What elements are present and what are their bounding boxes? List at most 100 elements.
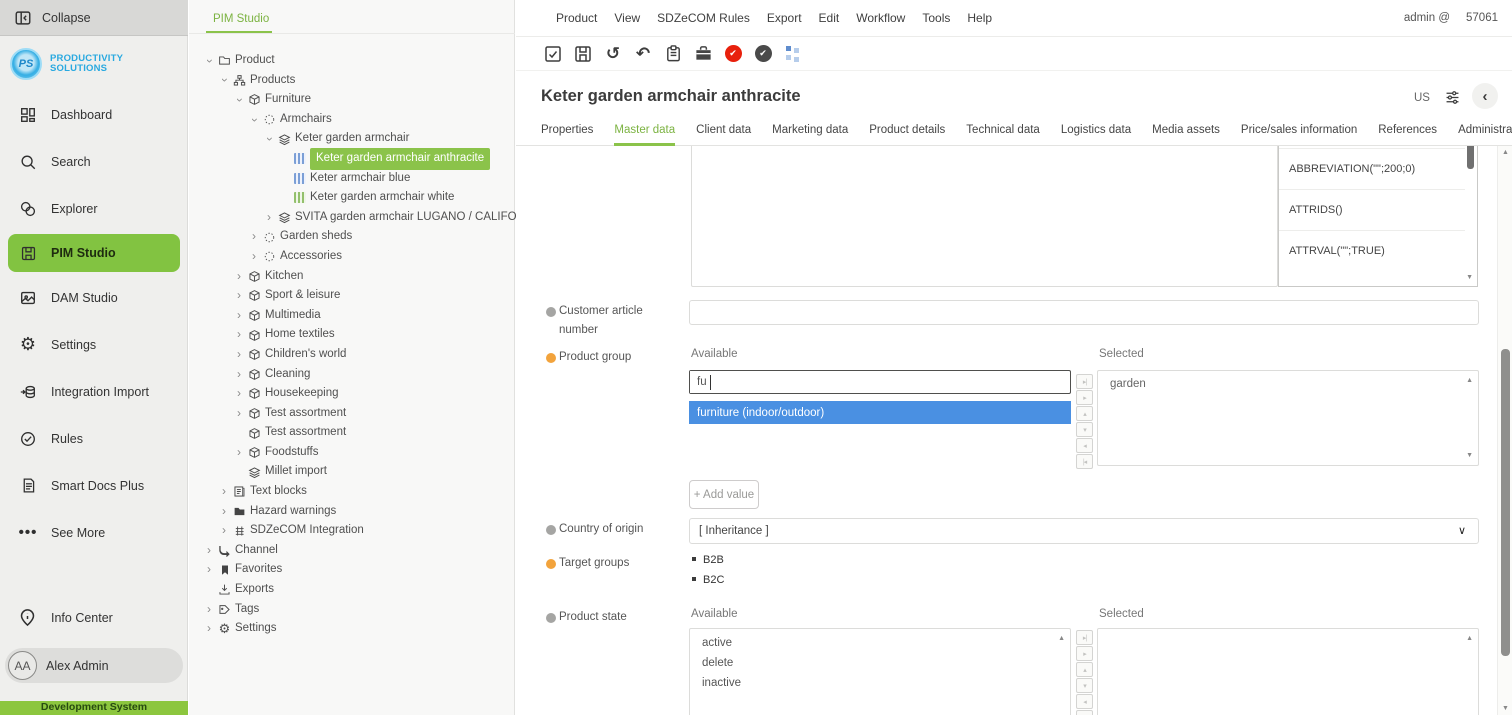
menu-view[interactable]: View — [614, 11, 640, 25]
move-up-icon[interactable]: ▴ — [1076, 406, 1093, 421]
state-option-inactive[interactable]: inactive — [690, 673, 1070, 693]
save-check-icon[interactable] — [542, 43, 564, 65]
approved-dark-icon[interactable]: ✔ — [752, 43, 774, 65]
user-menu[interactable]: AA Alex Admin — [5, 648, 183, 683]
tree-node-hazard-warnings[interactable]: ›Hazard warnings — [189, 502, 515, 522]
chevron-expanded-icon[interactable]: › — [217, 73, 231, 87]
tree-node-foodstuffs[interactable]: ›Foodstuffs — [189, 443, 515, 463]
filter-sliders-icon[interactable] — [1444, 89, 1461, 106]
menu-help[interactable]: Help — [967, 11, 992, 25]
collapse-right-panel-button[interactable]: ‹ — [1472, 83, 1498, 109]
sidebar-item-explorer[interactable]: Explorer — [0, 185, 188, 232]
tree-node-multimedia[interactable]: ›Multimedia — [189, 306, 515, 326]
tab-marketing-data[interactable]: Marketing data — [772, 117, 848, 146]
chevron-collapsed-icon[interactable]: › — [232, 387, 246, 401]
sidebar-item-dam-studio[interactable]: DAM Studio — [0, 274, 188, 321]
product-group-suggestion[interactable]: furniture (indoor/outdoor) — [689, 401, 1071, 424]
tab-product-details[interactable]: Product details — [869, 117, 945, 146]
sidebar-item-rules[interactable]: Rules — [0, 415, 188, 462]
scroll-down-icon[interactable]: ▼ — [1502, 705, 1509, 712]
move-right-icon[interactable]: ▸ — [1076, 390, 1093, 405]
tree-node-favorites[interactable]: ›Favorites — [189, 560, 515, 580]
country-of-origin-select[interactable]: [ Inheritance ] ∨ — [689, 518, 1479, 544]
move-right-icon[interactable]: ▸ — [1076, 646, 1093, 661]
chevron-collapsed-icon[interactable]: › — [202, 544, 216, 558]
tree-node-sdzecom-integration[interactable]: ›SDZeCOM Integration — [189, 521, 515, 541]
chevron-collapsed-icon[interactable]: › — [232, 269, 246, 283]
collapse-button[interactable]: Collapse — [0, 0, 188, 36]
move-all-right-icon[interactable]: ▸| — [1076, 374, 1093, 389]
tab-technical-data[interactable]: Technical data — [966, 117, 1040, 146]
chevron-collapsed-icon[interactable]: › — [217, 504, 231, 518]
chevron-collapsed-icon[interactable]: › — [232, 348, 246, 362]
menu-product[interactable]: Product — [556, 11, 597, 25]
menu-workflow[interactable]: Workflow — [856, 11, 905, 25]
tree-node-exports[interactable]: Exports — [189, 580, 515, 600]
locale-label[interactable]: US — [1414, 92, 1430, 104]
tree-node-products[interactable]: ›Products — [189, 71, 515, 91]
chevron-collapsed-icon[interactable]: › — [202, 622, 216, 636]
product-state-selected-list[interactable]: ▲ — [1097, 628, 1479, 715]
product-state-available-list[interactable]: activedeleteinactive ▲ — [689, 628, 1071, 715]
tab-properties[interactable]: Properties — [541, 117, 593, 146]
sidebar-item-smart-docs-plus[interactable]: Smart Docs Plus — [0, 462, 188, 509]
sidebar-item-pim-studio[interactable]: PIM Studio — [8, 234, 180, 272]
chevron-collapsed-icon[interactable]: › — [232, 406, 246, 420]
tab-media-assets[interactable]: Media assets — [1152, 117, 1220, 146]
tree-node-armchairs[interactable]: ›Armchairs — [189, 110, 515, 130]
tree-node-keter-garden-armchair-white[interactable]: Keter garden armchair white — [189, 188, 515, 208]
chevron-collapsed-icon[interactable]: › — [262, 211, 276, 225]
chevron-collapsed-icon[interactable]: › — [232, 446, 246, 460]
sidebar-item-settings[interactable]: ⚙Settings — [0, 321, 188, 368]
move-down-icon[interactable]: ▾ — [1076, 422, 1093, 437]
selected-item-garden[interactable]: garden — [1110, 378, 1466, 390]
sidebar-item-search[interactable]: Search — [0, 138, 188, 185]
chevron-collapsed-icon[interactable]: › — [232, 367, 246, 381]
product-group-selected-list[interactable]: garden ▲ ▼ — [1097, 370, 1479, 466]
tree-node-text-blocks[interactable]: ›Text blocks — [189, 482, 515, 502]
menu-tools[interactable]: Tools — [922, 11, 950, 25]
approved-red-icon[interactable]: ✔ — [722, 43, 744, 65]
state-option-active[interactable]: active — [690, 633, 1070, 653]
chevron-collapsed-icon[interactable]: › — [202, 602, 216, 616]
chevron-expanded-icon[interactable]: › — [202, 54, 216, 68]
tab-administration[interactable]: Administration — [1458, 117, 1512, 146]
tree-node-kitchen[interactable]: ›Kitchen — [189, 267, 515, 287]
chevron-collapsed-icon[interactable]: › — [232, 328, 246, 342]
list-scroll-up-icon[interactable]: ▲ — [1058, 635, 1065, 642]
sidebar-item-dashboard[interactable]: Dashboard — [0, 91, 188, 138]
dropdown-scroll-down-icon[interactable]: ▼ — [1466, 274, 1473, 281]
undo-icon[interactable]: ↶ — [632, 43, 654, 65]
save-icon[interactable] — [572, 43, 594, 65]
formula-textarea[interactable] — [691, 146, 1278, 287]
menu-edit[interactable]: Edit — [819, 11, 840, 25]
tree-node-accessories[interactable]: ›Accessories — [189, 247, 515, 267]
menu-export[interactable]: Export — [767, 11, 802, 25]
chevron-collapsed-icon[interactable]: › — [232, 289, 246, 303]
function-item[interactable]: ATTRIDS() — [1279, 189, 1465, 230]
tree-node-children-s-world[interactable]: ›Children's world — [189, 345, 515, 365]
tree-node-home-textiles[interactable]: ›Home textiles — [189, 325, 515, 345]
tab-master-data[interactable]: Master data — [614, 117, 675, 146]
move-down-icon[interactable]: ▾ — [1076, 678, 1093, 693]
list-scroll-up-icon[interactable]: ▲ — [1466, 377, 1473, 384]
dropdown-scrollbar-thumb[interactable] — [1467, 146, 1474, 169]
app-logo[interactable]: PS PRODUCTIVITYSOLUTIONS — [10, 48, 123, 80]
tree-node-millet-import[interactable]: Millet import — [189, 462, 515, 482]
tab-client-data[interactable]: Client data — [696, 117, 751, 146]
tree-node-test-assortment[interactable]: ›Test assortment — [189, 404, 515, 424]
list-scroll-up-icon[interactable]: ▲ — [1466, 635, 1473, 642]
move-all-left-icon[interactable]: |◂ — [1076, 710, 1093, 715]
product-group-search-input[interactable] — [690, 371, 1050, 393]
list-scroll-down-icon[interactable]: ▼ — [1466, 452, 1473, 459]
tree-node-channel[interactable]: ›Channel — [189, 541, 515, 561]
chevron-collapsed-icon[interactable]: › — [247, 230, 261, 244]
chevron-collapsed-icon[interactable]: › — [217, 524, 231, 538]
move-left-icon[interactable]: ◂ — [1076, 694, 1093, 709]
function-item[interactable]: ABBREVIATION("";200;0) — [1279, 148, 1465, 189]
sidebar-item-integration-import[interactable]: Integration Import — [0, 368, 188, 415]
tree-node-sport-leisure[interactable]: ›Sport & leisure — [189, 286, 515, 306]
tab-pim-studio[interactable]: PIM Studio — [213, 13, 269, 25]
sidebar-item-see-more[interactable]: •••See More — [0, 509, 188, 556]
chevron-collapsed-icon[interactable]: › — [202, 563, 216, 577]
